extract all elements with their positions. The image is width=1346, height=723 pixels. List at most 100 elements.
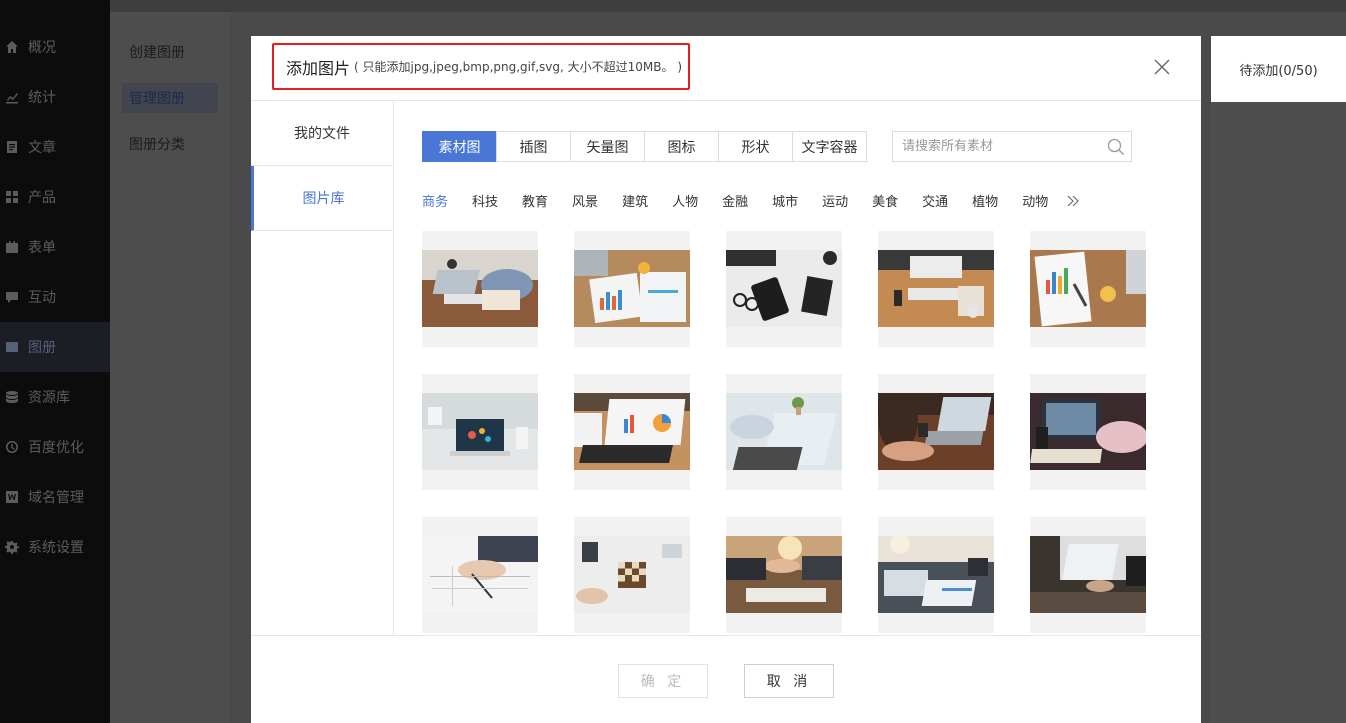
tab-label: 图标 (667, 139, 696, 156)
category-sports[interactable]: 运动 (822, 191, 848, 210)
dialog-title: 添加图片 (286, 58, 351, 78)
subnav-label: 图册分类 (129, 137, 185, 153)
tab-label: 矢量图 (586, 139, 629, 156)
sidebar-item-article[interactable]: 文章 (0, 122, 110, 172)
dialog-format-note: ( 只能添加jpg,jpeg,bmp,png,gif,svg, 大小不超过10M… (354, 60, 682, 74)
sidebar-item-album[interactable]: 图册 (0, 322, 110, 372)
subnav-label: 创建图册 (129, 45, 185, 61)
category-scenery[interactable]: 风景 (572, 191, 598, 210)
sidebar-item-label: 域名管理 (28, 490, 84, 506)
subnav-label: 管理图册 (129, 91, 185, 107)
category-plants[interactable]: 植物 (972, 191, 998, 210)
right-panel: 待添加(0/50) (1211, 36, 1346, 723)
album-subnav: 创建图册 管理图册 图册分类 (110, 12, 230, 723)
photo-handshake (726, 536, 842, 613)
tab-my-files[interactable]: 我的文件 (251, 101, 393, 166)
photo-chart-paper (1030, 250, 1146, 327)
image-thumb[interactable] (1030, 517, 1146, 633)
photo-laptop-dark (1030, 393, 1146, 470)
category-architecture[interactable]: 建筑 (622, 191, 648, 210)
tab-stock-images[interactable]: 素材图 (422, 131, 497, 162)
dialog-source-tabs: 我的文件 图片库 (251, 101, 394, 635)
image-thumb[interactable] (574, 517, 690, 633)
photo-laptop-piechart (574, 393, 690, 470)
category-list: 商务 科技 教育 风景 建筑 人物 金融 城市 运动 美食 交通 植物 动物 (422, 191, 1080, 210)
category-transport[interactable]: 交通 (922, 191, 948, 210)
category-food[interactable]: 美食 (872, 191, 898, 210)
w-icon (4, 490, 20, 504)
image-thumb[interactable] (422, 517, 538, 633)
close-icon (1154, 59, 1170, 75)
sidebar-item-product[interactable]: 产品 (0, 172, 110, 222)
photo-chess-meeting (574, 536, 690, 613)
article-icon (4, 140, 20, 154)
tab-icons[interactable]: 图标 (644, 131, 719, 162)
tab-vectors[interactable]: 矢量图 (570, 131, 645, 162)
sidebar-item-resources[interactable]: 资源库 (0, 372, 110, 422)
category-city[interactable]: 城市 (772, 191, 798, 210)
tab-image-library[interactable]: 图片库 (251, 166, 393, 231)
tab-illustrations[interactable]: 插图 (496, 131, 571, 162)
home-icon (4, 40, 20, 54)
sidebar-item-label: 统计 (28, 90, 56, 106)
subnav-create-album[interactable]: 创建图册 (110, 29, 230, 75)
sidebar-item-label: 表单 (28, 240, 56, 256)
photo-laptop-window (1030, 536, 1146, 613)
sidebar-item-settings[interactable]: 系统设置 (0, 522, 110, 572)
image-thumb[interactable] (878, 231, 994, 347)
photo-tablet-glasses (726, 250, 842, 327)
confirm-button[interactable]: 确 定 (618, 664, 708, 698)
image-thumb[interactable] (878, 374, 994, 490)
image-thumb[interactable] (574, 231, 690, 347)
subnav-album-category[interactable]: 图册分类 (110, 121, 230, 167)
search-icon[interactable] (1107, 138, 1125, 156)
tab-label: 形状 (741, 139, 770, 156)
category-finance[interactable]: 金融 (722, 191, 748, 210)
sidebar-item-label: 概况 (28, 40, 56, 56)
sidebar-item-label: 产品 (28, 190, 56, 206)
close-button[interactable] (1153, 58, 1171, 76)
search-input[interactable] (893, 132, 1107, 161)
category-technology[interactable]: 科技 (472, 191, 498, 210)
sidebar-item-interaction[interactable]: 互动 (0, 272, 110, 322)
category-education[interactable]: 教育 (522, 191, 548, 210)
sidebar-item-label: 资源库 (28, 390, 70, 406)
tab-label: 文字容器 (801, 139, 858, 156)
image-thumb[interactable] (1030, 374, 1146, 490)
material-search (892, 131, 1132, 162)
category-business[interactable]: 商务 (422, 191, 448, 210)
dialog-body: 素材图 插图 矢量图 图标 形状 文字容器 商务 科技 教育 风景 建筑 人物 … (394, 101, 1201, 635)
chat-icon (4, 290, 20, 304)
cancel-button[interactable]: 取 消 (744, 664, 834, 698)
image-thumb[interactable] (726, 231, 842, 347)
category-people[interactable]: 人物 (672, 191, 698, 210)
sidebar-item-seo[interactable]: 百度优化 (0, 422, 110, 472)
image-thumb[interactable] (1030, 231, 1146, 347)
image-thumb[interactable] (726, 517, 842, 633)
image-thumb[interactable] (422, 374, 538, 490)
gear-icon (4, 540, 20, 554)
double-chevron-right-icon[interactable] (1066, 194, 1080, 208)
photo-charts-desk (574, 250, 690, 327)
tab-text-containers[interactable]: 文字容器 (792, 131, 867, 162)
image-thumb[interactable] (878, 517, 994, 633)
chart-icon (4, 90, 20, 104)
clock-icon (4, 440, 20, 454)
dialog-header: 添加图片 ( 只能添加jpg,jpeg,bmp,png,gif,svg, 大小不… (251, 36, 1201, 101)
sidebar-item-domain[interactable]: 域名管理 (0, 472, 110, 522)
top-bar (110, 0, 1346, 12)
sidebar-item-overview[interactable]: 概况 (0, 22, 110, 72)
category-animals[interactable]: 动物 (1022, 191, 1048, 210)
image-thumb[interactable] (726, 374, 842, 490)
sidebar-item-statistics[interactable]: 统计 (0, 72, 110, 122)
subnav-manage-album[interactable]: 管理图册 (122, 83, 218, 113)
sidebar-item-form[interactable]: 表单 (0, 222, 110, 272)
image-thumb[interactable] (574, 374, 690, 490)
sidebar-item-label: 图册 (28, 340, 56, 356)
dialog-title-highlight: 添加图片 ( 只能添加jpg,jpeg,bmp,png,gif,svg, 大小不… (272, 43, 690, 90)
pending-count: 待添加(0/50) (1211, 36, 1346, 102)
tab-shapes[interactable]: 形状 (718, 131, 793, 162)
sidebar-item-label: 文章 (28, 140, 56, 156)
image-thumb[interactable] (422, 231, 538, 347)
tab-label: 插图 (519, 139, 548, 156)
